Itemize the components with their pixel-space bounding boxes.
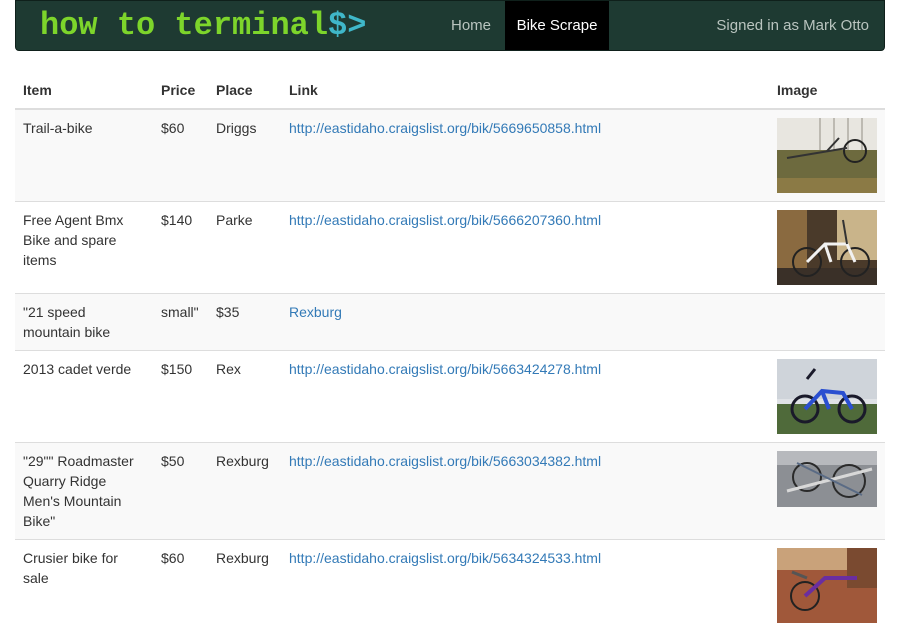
cell-image [769, 294, 885, 351]
cell-link: Rexburg [281, 294, 769, 351]
nav-home-link[interactable]: Home [438, 1, 504, 50]
cell-link: http://eastidaho.craigslist.org/bik/5669… [281, 109, 769, 202]
table-row: Free Agent Bmx Bike and spare items $140… [15, 202, 885, 294]
cell-image [769, 109, 885, 202]
cell-link: http://eastidaho.craigslist.org/bik/5666… [281, 202, 769, 294]
cell-item: Trail-a-bike [15, 109, 153, 202]
cell-price: $60 [153, 109, 208, 202]
header-link: Link [281, 72, 769, 109]
brand-prompt: $> [328, 7, 366, 44]
header-place: Place [208, 72, 281, 109]
cell-item: 2013 cadet verde [15, 351, 153, 443]
header-price: Price [153, 72, 208, 109]
listing-link[interactable]: http://eastidaho.craigslist.org/bik/5663… [289, 453, 601, 469]
table-header-row: Item Price Place Link Image [15, 72, 885, 109]
cell-price: $140 [153, 202, 208, 294]
brand-text: how to terminal [40, 7, 328, 44]
cell-link: http://eastidaho.craigslist.org/bik/5634… [281, 540, 769, 631]
bike-thumbnail[interactable] [777, 359, 877, 434]
brand-logo[interactable]: how to terminal$> [40, 8, 366, 44]
cell-place: Rexburg [208, 540, 281, 631]
cell-item: Crusier bike for sale [15, 540, 153, 631]
cell-link: http://eastidaho.craigslist.org/bik/5663… [281, 351, 769, 443]
listing-link[interactable]: http://eastidaho.craigslist.org/bik/5663… [289, 361, 601, 377]
cell-price: $60 [153, 540, 208, 631]
table-row: Trail-a-bike $60 Driggs http://eastidaho… [15, 109, 885, 202]
cell-place: $35 [208, 294, 281, 351]
cell-item: "29"" Roadmaster Quarry Ridge Men's Moun… [15, 443, 153, 540]
cell-place: Rexburg [208, 443, 281, 540]
bike-thumbnail[interactable] [777, 210, 877, 285]
cell-image [769, 351, 885, 443]
cell-image [769, 202, 885, 294]
cell-price: $50 [153, 443, 208, 540]
listing-link[interactable]: http://eastidaho.craigslist.org/bik/5666… [289, 212, 601, 228]
cell-image [769, 443, 885, 540]
table-row: "29"" Roadmaster Quarry Ridge Men's Moun… [15, 443, 885, 540]
bike-listings-table: Item Price Place Link Image Trail-a-bike… [15, 72, 885, 631]
listing-link[interactable]: http://eastidaho.craigslist.org/bik/5634… [289, 550, 601, 566]
cell-price: small" [153, 294, 208, 351]
listing-link[interactable]: Rexburg [289, 304, 342, 320]
cell-place: Driggs [208, 109, 281, 202]
cell-item: "21 speed mountain bike [15, 294, 153, 351]
header-item: Item [15, 72, 153, 109]
signed-in-text: Signed in as Mark Otto [716, 1, 869, 50]
cell-price: $150 [153, 351, 208, 443]
table-row: Crusier bike for sale $60 Rexburg http:/… [15, 540, 885, 631]
bike-thumbnail[interactable] [777, 548, 877, 623]
nav-bike-scrape-link[interactable]: Bike Scrape [505, 1, 609, 50]
table-row: 2013 cadet verde $150 Rex http://eastida… [15, 351, 885, 443]
table-row: "21 speed mountain bike small" $35 Rexbu… [15, 294, 885, 351]
header-image: Image [769, 72, 885, 109]
navbar: how to terminal$> Home Bike Scrape Signe… [15, 0, 885, 51]
cell-item: Free Agent Bmx Bike and spare items [15, 202, 153, 294]
bike-thumbnail[interactable] [777, 451, 877, 507]
listing-link[interactable]: http://eastidaho.craigslist.org/bik/5669… [289, 120, 601, 136]
cell-place: Rex [208, 351, 281, 443]
cell-place: Parke [208, 202, 281, 294]
bike-thumbnail[interactable] [777, 118, 877, 193]
cell-image [769, 540, 885, 631]
cell-link: http://eastidaho.craigslist.org/bik/5663… [281, 443, 769, 540]
